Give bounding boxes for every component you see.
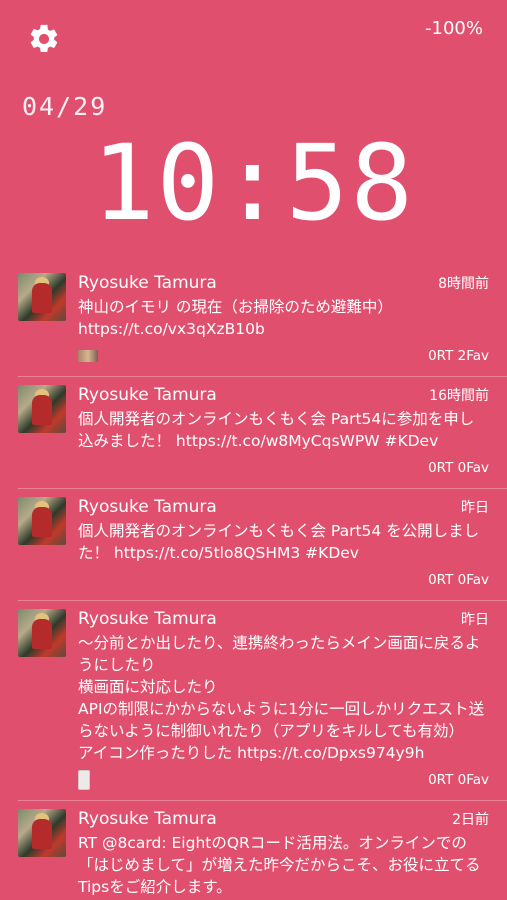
tweet-counts: 0RT 0Fav <box>428 572 489 588</box>
tweet-time: 昨日 <box>461 500 489 516</box>
tweet-author: Ryosuke Tamura <box>78 385 217 405</box>
avatar <box>18 385 66 433</box>
clock-date: 04/29 <box>22 92 108 121</box>
avatar <box>18 809 66 857</box>
tweet-author: Ryosuke Tamura <box>78 609 217 629</box>
tweet-item[interactable]: Ryosuke Tamura 昨日 〜分前とか出したり、連携終わったらメイン画面… <box>18 601 507 801</box>
gear-icon[interactable] <box>27 22 61 56</box>
tweet-time: 昨日 <box>461 612 489 628</box>
tweet-item[interactable]: Ryosuke Tamura 昨日 個人開発者のオンラインもくもく会 Part5… <box>18 489 507 601</box>
tweet-counts: 0RT 0Fav <box>428 772 489 788</box>
tweet-time: 8時間前 <box>438 276 489 292</box>
photo-thumbnail-icon[interactable] <box>78 350 98 362</box>
tweet-text: 個人開発者のオンラインもくもく会 Part54に参加を申し込みました！ http… <box>78 410 475 450</box>
tweet-item[interactable]: Ryosuke Tamura 2日前 RT @8card: EightのQRコー… <box>18 801 507 900</box>
tweet-counts: 0RT 0Fav <box>428 460 489 476</box>
tweet-text: 〜分前とか出したり、連携終わったらメイン画面に戻るようにしたり 横画面に対応した… <box>78 634 485 762</box>
tweet-time: 2日前 <box>452 812 489 828</box>
tweet-time: 16時間前 <box>429 388 489 404</box>
tweet-author: Ryosuke Tamura <box>78 497 217 517</box>
phone-thumbnail-icon[interactable] <box>78 770 90 790</box>
tweet-feed[interactable]: Ryosuke Tamura 8時間前 神山のイモリ の現在（お掃除のため避難中… <box>0 265 507 900</box>
tweet-text: 神山のイモリ の現在（お掃除のため避難中） https://t.co/vx3qX… <box>78 298 393 338</box>
avatar <box>18 497 66 545</box>
avatar <box>18 609 66 657</box>
tweet-counts: 0RT 2Fav <box>428 348 489 364</box>
avatar <box>18 273 66 321</box>
tweet-text: RT @8card: EightのQRコード活用法。オンラインでの「はじめまして… <box>78 834 481 896</box>
tweet-author: Ryosuke Tamura <box>78 809 217 829</box>
tweet-author: Ryosuke Tamura <box>78 273 217 293</box>
top-bar: -100% <box>0 0 507 60</box>
tweet-item[interactable]: Ryosuke Tamura 16時間前 個人開発者のオンラインもくもく会 Pa… <box>18 377 507 489</box>
tweet-text: 個人開発者のオンラインもくもく会 Part54 を公開しました！ https:/… <box>78 522 480 562</box>
battery-level: -100% <box>425 18 483 39</box>
clock-time: 10:58 <box>91 122 416 244</box>
tweet-item[interactable]: Ryosuke Tamura 8時間前 神山のイモリ の現在（お掃除のため避難中… <box>18 265 507 377</box>
